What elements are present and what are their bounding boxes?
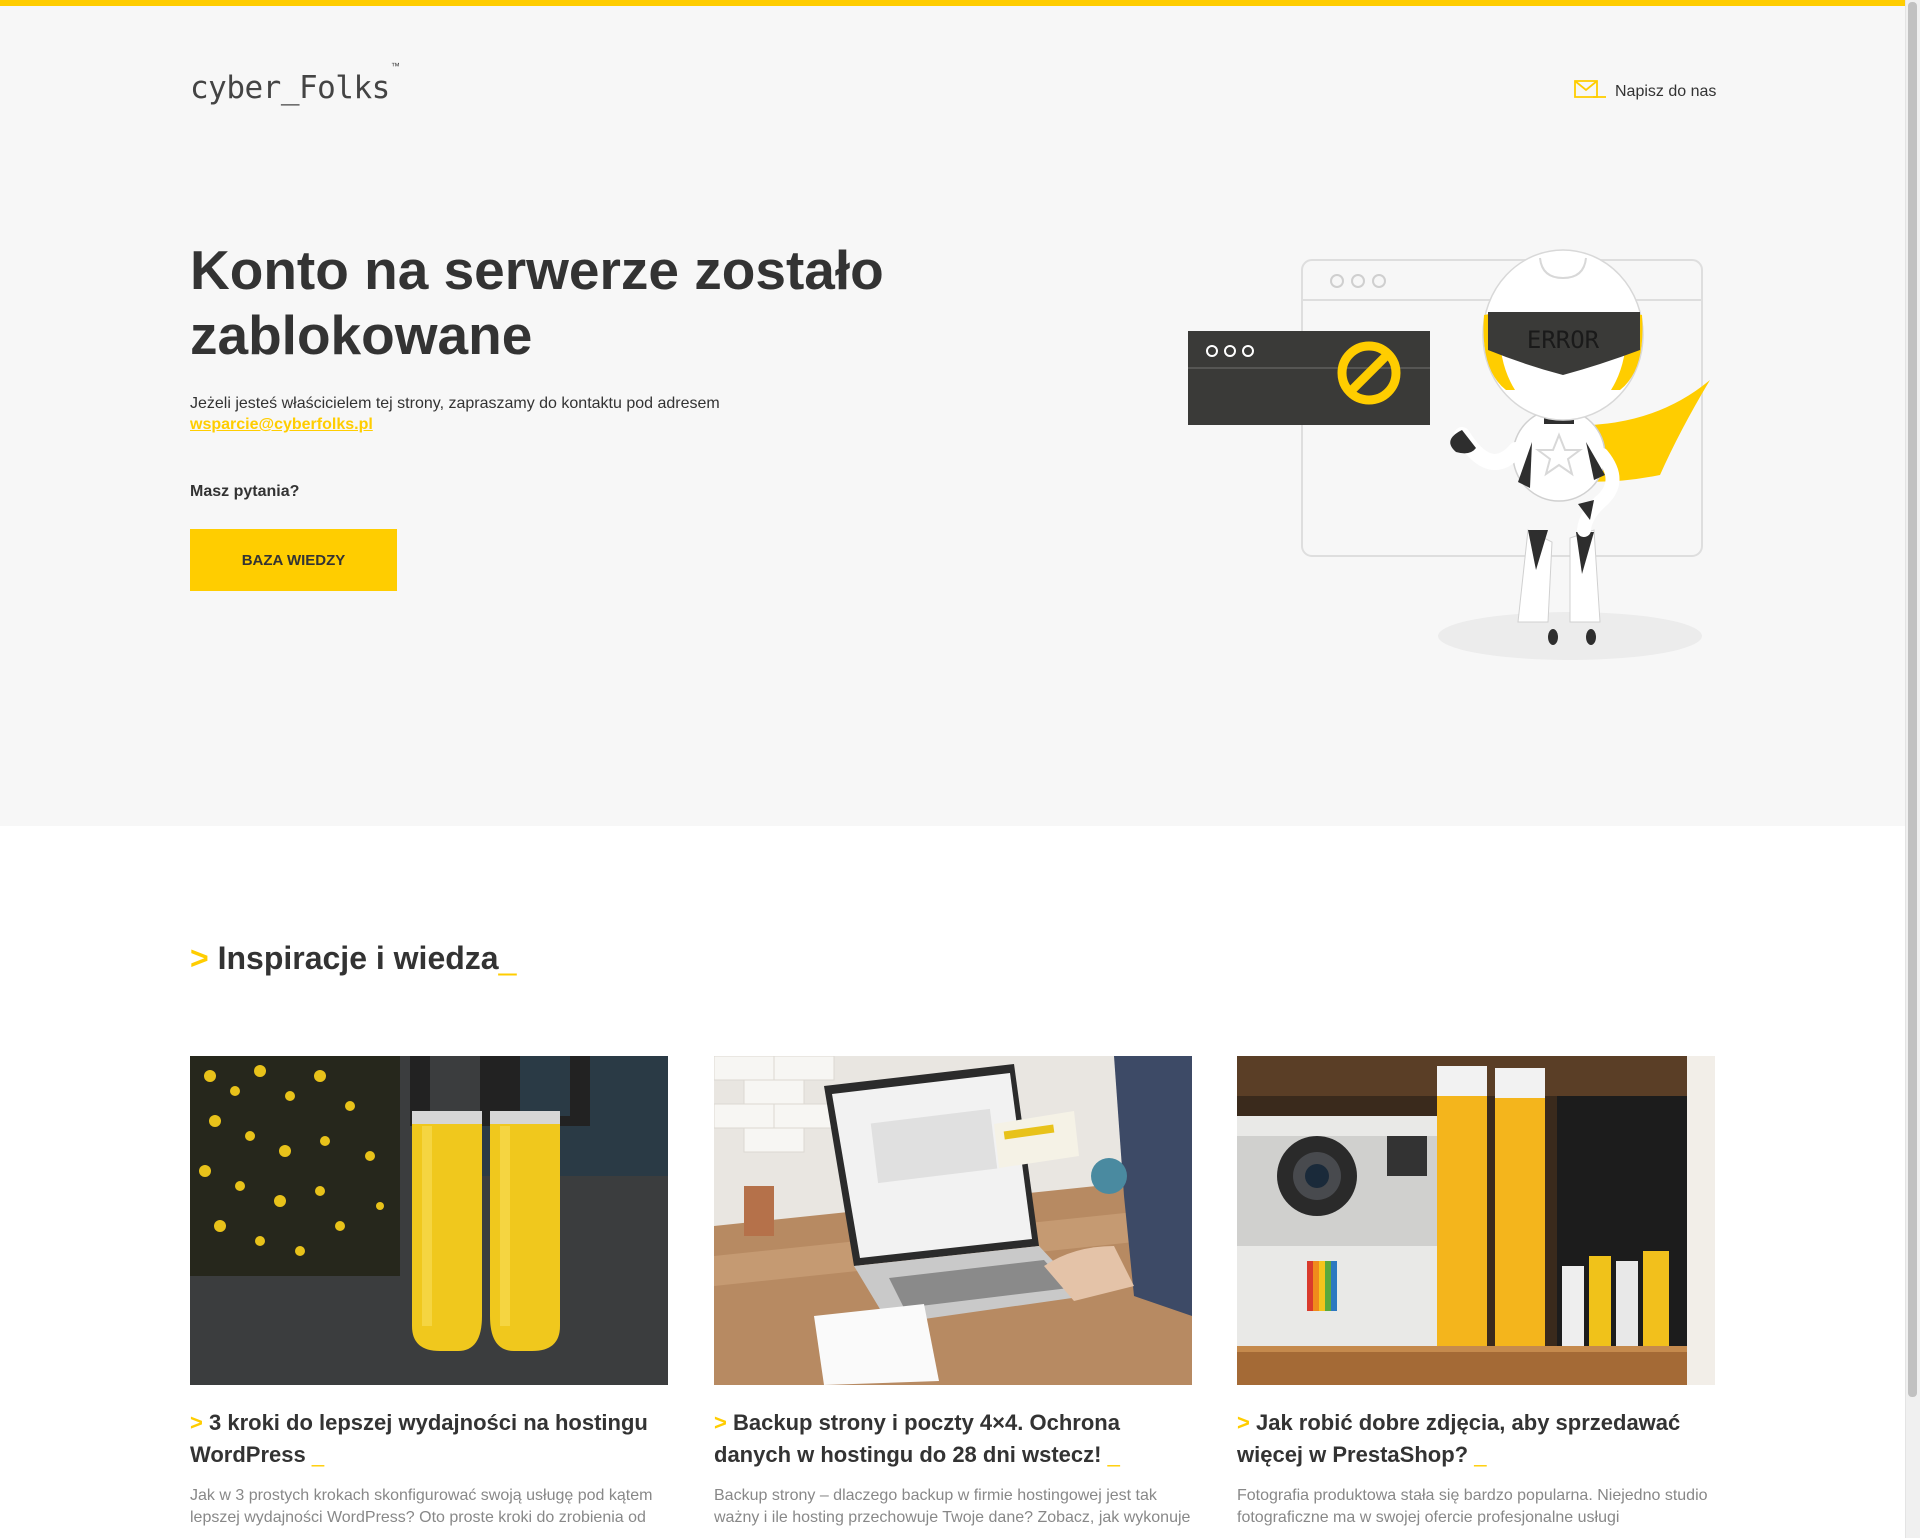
- article-excerpt: Fotografia produktowa stała się bardzo p…: [1237, 1487, 1708, 1526]
- hero-description: Jeżeli jesteś właścicielem tej strony, z…: [190, 395, 720, 412]
- support-email-link[interactable]: wsparcie@cyberfolks.pl: [190, 416, 373, 434]
- article-card[interactable]: > Jak robić dobre zdjęcia, aby sprzedawa…: [1237, 1056, 1715, 1529]
- scrollbar-thumb[interactable]: [1908, 2, 1917, 1397]
- page-title: Konto na serwerze zostało zablokowane: [190, 239, 884, 366]
- article-title[interactable]: > Jak robić dobre zdjęcia, aby sprzedawa…: [1237, 1407, 1715, 1471]
- article-excerpt: Backup strony – dlaczego backup w firmie…: [714, 1487, 1191, 1526]
- article-image-yellow-boots[interactable]: [190, 1056, 668, 1385]
- article-image-camera[interactable]: [1237, 1056, 1715, 1385]
- article-excerpt: Jak w 3 prostych krokach skonfigurować s…: [190, 1487, 653, 1526]
- section-prefix: >: [190, 940, 209, 976]
- logo-trademark: ™: [390, 60, 400, 71]
- contact-link[interactable]: Napisz do nas: [1573, 79, 1716, 104]
- logo[interactable]: cyber_Folks™: [190, 61, 400, 106]
- article-card[interactable]: > Backup strony i poczty 4×4. Ochrona da…: [714, 1056, 1192, 1529]
- blocked-server-illustration: ERROR: [1180, 230, 1720, 695]
- section-title: > Inspiracje i wiedza_: [190, 940, 516, 977]
- error-visor-label: ERROR: [1527, 326, 1600, 354]
- article-title[interactable]: > Backup strony i poczty 4×4. Ochrona da…: [714, 1407, 1192, 1471]
- logo-text: cyber_Folks: [190, 70, 390, 106]
- questions-heading: Masz pytania?: [190, 483, 300, 500]
- article-title[interactable]: > 3 kroki do lepszej wydajności na hosti…: [190, 1407, 668, 1471]
- section-title-text: Inspiracje i wiedza: [217, 940, 499, 976]
- envelope-icon: [1573, 79, 1607, 104]
- section-cursor: _: [498, 940, 517, 976]
- article-image-laptop[interactable]: [714, 1056, 1192, 1385]
- contact-label: Napisz do nas: [1615, 82, 1717, 100]
- knowledge-base-button[interactable]: BAZA WIEDZY: [190, 529, 397, 591]
- article-card[interactable]: > 3 kroki do lepszej wydajności na hosti…: [190, 1056, 668, 1529]
